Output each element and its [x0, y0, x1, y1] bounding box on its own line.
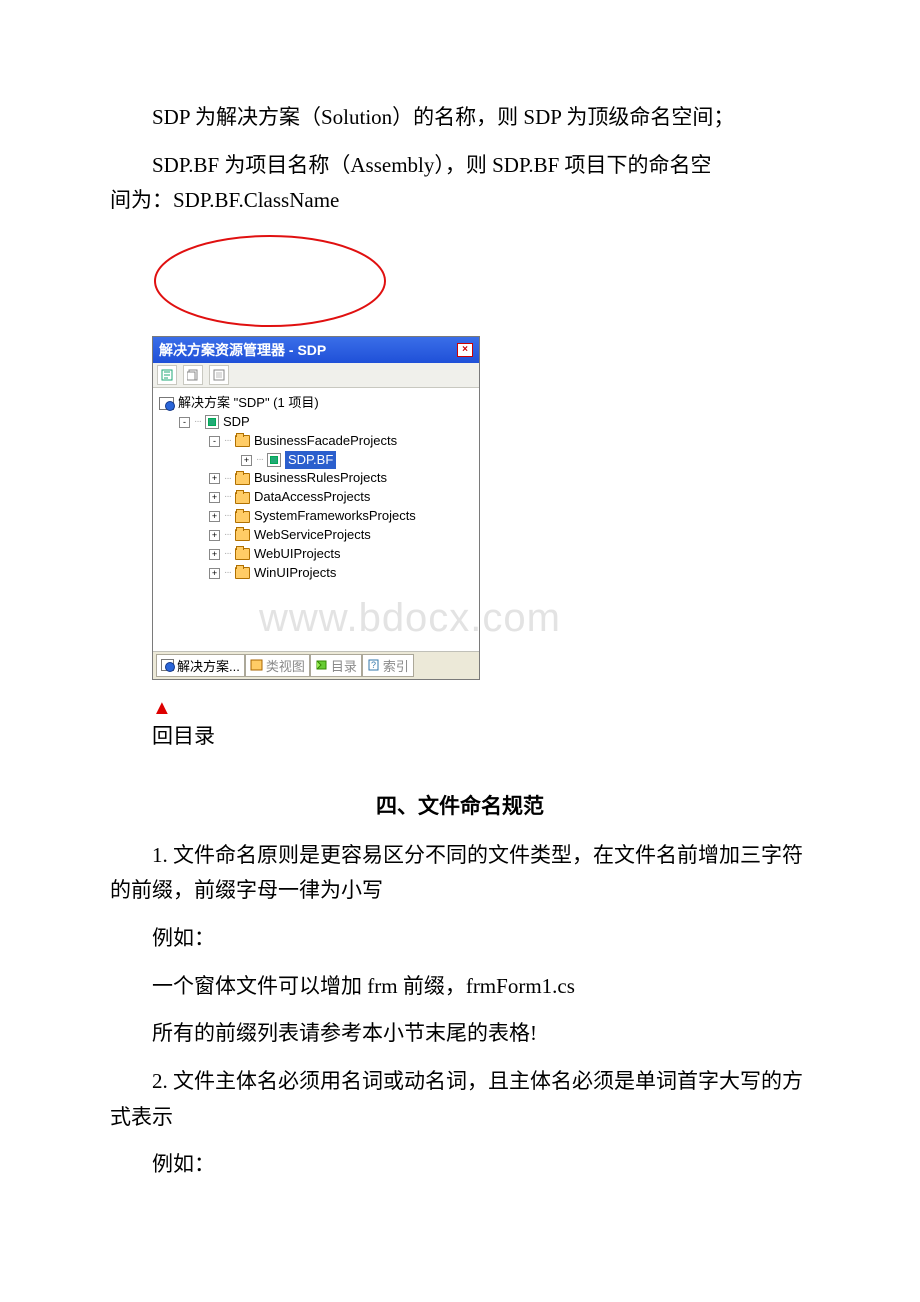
s4-p1: 1. 文件命名原则是更容易区分不同的文件类型，在文件名前增加三字符的前缀，前缀字…	[110, 838, 810, 909]
tree-folder-wsp[interactable]: + ··· WebServiceProjects	[159, 526, 475, 545]
paragraph-1: SDP 为解决方案（Solution）的名称，则 SDP 为顶级命名空间；	[110, 100, 810, 136]
window-title: 解决方案资源管理器 - SDP	[159, 340, 326, 360]
expand-icon[interactable]: +	[209, 530, 220, 541]
tree-connector: ···	[224, 490, 231, 505]
paragraph-2a: SDP.BF 为项目名称（Assembly），则 SDP.BF 项目下的命名空	[110, 148, 810, 184]
tab-label: 索引	[383, 656, 409, 675]
bottom-tabs: 解决方案... 类视图 目录 ? 索引	[153, 651, 479, 679]
contents-icon	[315, 659, 328, 671]
expand-icon[interactable]: +	[241, 455, 252, 466]
solution-explorer-window: 解决方案资源管理器 - SDP × 解决方案 "SDP" (1 项目) - ··…	[152, 336, 480, 679]
tab-class-view[interactable]: 类视图	[245, 654, 310, 677]
folder-icon	[235, 435, 250, 447]
tree-connector: ···	[194, 415, 201, 430]
tree-folder-winui[interactable]: + ··· WinUIProjects	[159, 564, 475, 583]
s4-p5: 2. 文件主体名必须用名词或动名词，且主体名必须是单词首字大写的方式表示	[110, 1064, 810, 1135]
solution-tree: 解决方案 "SDP" (1 项目) - ··· SDP - ··· Busine…	[153, 388, 479, 650]
solution-label: 解决方案 "SDP" (1 项目)	[178, 394, 319, 413]
s4-p4: 所有的前缀列表请参考本小节末尾的表格!	[110, 1016, 810, 1052]
folder-label: DataAccessProjects	[254, 488, 370, 507]
close-icon[interactable]: ×	[457, 343, 473, 357]
toolbar-btn-show-all[interactable]	[183, 365, 203, 385]
collapse-icon[interactable]: -	[179, 417, 190, 428]
expand-icon[interactable]: +	[209, 473, 220, 484]
tree-solution-node[interactable]: 解决方案 "SDP" (1 项目)	[159, 394, 475, 413]
tree-connector: ···	[224, 434, 231, 449]
folder-label: BusinessFacadeProjects	[254, 432, 397, 451]
tree-folder-dap[interactable]: + ··· DataAccessProjects	[159, 488, 475, 507]
folder-label: WebServiceProjects	[254, 526, 371, 545]
tab-label: 解决方案...	[177, 656, 240, 675]
s4-p3: 一个窗体文件可以增加 frm 前缀，frmForm1.cs	[110, 969, 810, 1005]
folder-label: WebUIProjects	[254, 545, 340, 564]
tree-connector: ···	[224, 472, 231, 487]
collapse-icon[interactable]: -	[209, 436, 220, 447]
paragraph-2b: 间为：SDP.BF.ClassName	[110, 183, 810, 219]
expand-icon[interactable]: +	[209, 568, 220, 579]
folder-icon	[235, 473, 250, 485]
project-icon	[267, 453, 281, 467]
back-to-contents-link[interactable]: 回目录	[152, 720, 810, 750]
tree-connector: ···	[224, 566, 231, 581]
expand-icon[interactable]: +	[209, 511, 220, 522]
tree-connector: ···	[224, 547, 231, 562]
tab-solution[interactable]: 解决方案...	[156, 654, 245, 677]
class-view-icon	[250, 659, 263, 671]
tree-connector: ···	[224, 509, 231, 524]
tab-label: 目录	[331, 656, 357, 675]
tree-project-node[interactable]: - ··· SDP	[159, 413, 475, 432]
tab-index[interactable]: ? 索引	[362, 654, 414, 677]
project-label: SDP	[223, 413, 250, 432]
watermark-text: www.bdocx.com	[259, 589, 561, 647]
folder-label: WinUIProjects	[254, 564, 336, 583]
tab-contents[interactable]: 目录	[310, 654, 362, 677]
toolbar-btn-refresh[interactable]	[209, 365, 229, 385]
tree-connector: ···	[224, 528, 231, 543]
solution-icon	[159, 397, 174, 410]
folder-icon	[235, 567, 250, 579]
s4-p6: 例如：	[110, 1147, 810, 1183]
back-arrow-icon: ▲	[152, 698, 810, 718]
annotation-ellipse	[150, 231, 810, 336]
expand-icon[interactable]: +	[209, 549, 220, 560]
solution-icon	[161, 659, 174, 671]
window-toolbar	[153, 363, 479, 388]
tree-folder-sfp[interactable]: + ··· SystemFrameworksProjects	[159, 507, 475, 526]
section-4-title: 四、文件命名规范	[110, 790, 810, 820]
tree-folder-brp[interactable]: + ··· BusinessRulesProjects	[159, 469, 475, 488]
toolbar-btn-properties[interactable]	[157, 365, 177, 385]
svg-text:?: ?	[371, 660, 376, 670]
s4-p2: 例如：	[110, 921, 810, 957]
selected-project-label: SDP.BF	[285, 451, 336, 470]
tab-label: 类视图	[266, 656, 305, 675]
tree-project-sdp-bf[interactable]: + ··· SDP.BF	[159, 451, 475, 470]
expand-icon[interactable]: +	[209, 492, 220, 503]
folder-icon	[235, 548, 250, 560]
window-titlebar[interactable]: 解决方案资源管理器 - SDP ×	[153, 337, 479, 363]
tree-folder-bfp[interactable]: - ··· BusinessFacadeProjects	[159, 432, 475, 451]
folder-label: SystemFrameworksProjects	[254, 507, 416, 526]
folder-icon	[235, 529, 250, 541]
folder-label: BusinessRulesProjects	[254, 469, 387, 488]
folder-icon	[235, 492, 250, 504]
index-icon: ?	[367, 659, 380, 671]
tree-folder-webui[interactable]: + ··· WebUIProjects	[159, 545, 475, 564]
folder-icon	[235, 511, 250, 523]
tree-connector: ···	[256, 453, 263, 468]
project-icon	[205, 415, 219, 429]
